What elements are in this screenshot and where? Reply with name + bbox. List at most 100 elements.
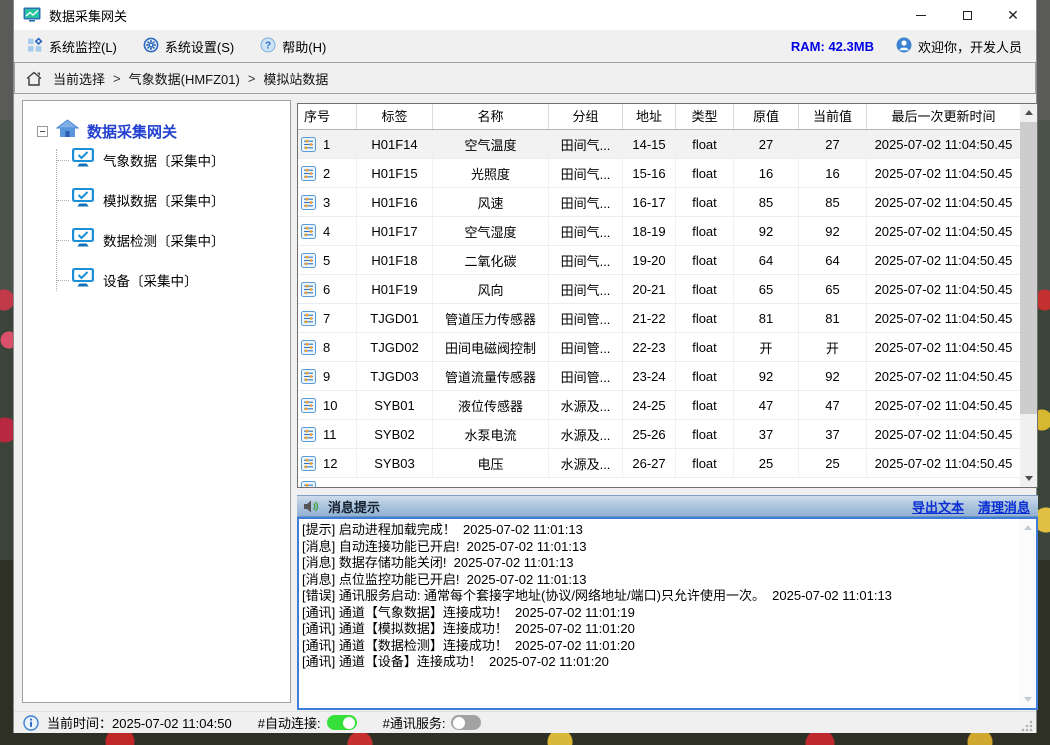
status-bar: 当前时间：2025-07-02 11:04:50 #自动连接: #通讯服务: xyxy=(14,711,1036,733)
table-row[interactable]: 4 H01F17 空气湿度 田间气... 18-19 float 92 92 2… xyxy=(298,217,1020,246)
scroll-down-icon[interactable] xyxy=(1019,691,1036,708)
resize-grip-icon[interactable] xyxy=(1020,719,1034,733)
cell-update-time: 2025-07-02 11:04:50.45 xyxy=(867,333,1020,361)
point-sliders-icon xyxy=(301,481,316,487)
cell-type: float xyxy=(676,420,734,448)
table-scrollbar[interactable] xyxy=(1020,104,1037,487)
comm-service-toggle[interactable] xyxy=(451,715,481,730)
close-icon: ✕ xyxy=(1007,8,1019,22)
tree-item-label: 模拟数据〔采集中〕 xyxy=(103,190,225,210)
cell-tag: H01F18 xyxy=(357,246,433,274)
table-row[interactable]: 10 SYB01 液位传感器 水源及... 24-25 float 47 47 … xyxy=(298,391,1020,420)
menu-system-monitor[interactable]: 系统监控(L) xyxy=(14,30,130,62)
scrollbar-thumb[interactable] xyxy=(1020,122,1037,414)
collapse-icon[interactable] xyxy=(37,126,48,137)
cell-address: 23-24 xyxy=(623,362,676,390)
cell-address: 15-16 xyxy=(623,159,676,187)
table-row[interactable]: 6 H01F19 风向 田间气... 20-21 float 65 65 202… xyxy=(298,275,1020,304)
cell-raw-value: 65 xyxy=(734,275,799,303)
cell-group: 田间气... xyxy=(549,217,623,245)
cell-type: float xyxy=(676,130,734,158)
table-row[interactable]: 1 H01F14 空气温度 田间气... 14-15 float 27 27 2… xyxy=(298,130,1020,159)
cell-index: 6 xyxy=(323,282,330,297)
column-header[interactable]: 当前值 xyxy=(799,104,867,129)
tree-root-label: 数据采集网关 xyxy=(87,121,177,142)
data-table: 序号标签名称分组地址类型原值当前值最后一次更新时间 xyxy=(297,103,1038,488)
cell-raw-value: 27 xyxy=(734,130,799,158)
tree-item[interactable]: 气象数据〔采集中〕 xyxy=(57,149,290,171)
cell-current-value: 65 xyxy=(799,275,867,303)
breadcrumb-separator: > xyxy=(248,71,256,86)
message-log-panel: [提示] 启动进程加载完成！ 2025-07-02 11:01:13[消息] 自… xyxy=(297,517,1038,710)
cell-tag: TJGD03 xyxy=(357,362,433,390)
column-header[interactable]: 地址 xyxy=(623,104,676,129)
point-sliders-icon xyxy=(301,456,316,471)
close-button[interactable]: ✕ xyxy=(990,0,1036,30)
auto-connect-label: #自动连接: xyxy=(258,713,321,732)
cell-address: 14-15 xyxy=(623,130,676,158)
point-sliders-icon xyxy=(301,427,316,442)
table-row[interactable]: 8 TJGD02 田间电磁阀控制 田间管... 22-23 float 开 开 … xyxy=(298,333,1020,362)
cell-index: 5 xyxy=(323,253,330,268)
maximize-button[interactable] xyxy=(944,0,990,30)
column-header[interactable]: 分组 xyxy=(549,104,623,129)
cell-index: 2 xyxy=(323,166,330,181)
column-header[interactable]: 标签 xyxy=(357,104,433,129)
clear-messages-link[interactable]: 清理消息 xyxy=(978,497,1030,516)
minimize-button[interactable] xyxy=(898,0,944,30)
cell-group: 水源及... xyxy=(549,391,623,419)
auto-connect-toggle[interactable] xyxy=(327,715,357,730)
table-row[interactable]: 7 TJGD01 管道压力传感器 田间管... 21-22 float 81 8… xyxy=(298,304,1020,333)
breadcrumb-item[interactable]: 模拟站数据 xyxy=(263,69,328,88)
column-header[interactable]: 原值 xyxy=(734,104,799,129)
breadcrumb-item[interactable]: 气象数据(HMFZ01) xyxy=(129,69,240,88)
column-header[interactable]: 名称 xyxy=(433,104,549,129)
title-bar: 数据采集网关 ✕ xyxy=(14,0,1036,30)
tree-root-node[interactable]: 数据采集网关 xyxy=(37,119,290,143)
column-header[interactable]: 最后一次更新时间 xyxy=(867,104,1020,129)
tree-item[interactable]: 数据检测〔采集中〕 xyxy=(57,229,290,251)
table-row[interactable]: 3 H01F16 风速 田间气... 16-17 float 85 85 202… xyxy=(298,188,1020,217)
cell-tag: TJGD01 xyxy=(357,304,433,332)
table-row[interactable]: 11 SYB02 水泵电流 水源及... 25-26 float 37 37 2… xyxy=(298,420,1020,449)
tree-item[interactable]: 模拟数据〔采集中〕 xyxy=(57,189,290,211)
message-scrollbar[interactable] xyxy=(1019,519,1036,708)
export-text-link[interactable]: 导出文本 xyxy=(912,497,964,516)
cell-address: 19-20 xyxy=(623,246,676,274)
cell-type: float xyxy=(676,275,734,303)
column-header[interactable]: 序号 xyxy=(298,104,357,129)
cell-group: 田间管... xyxy=(549,304,623,332)
table-row[interactable]: 2 H01F15 光照度 田间气... 15-16 float 16 16 20… xyxy=(298,159,1020,188)
cell-group: 田间气... xyxy=(549,246,623,274)
point-sliders-icon xyxy=(301,166,316,181)
scroll-up-icon[interactable] xyxy=(1019,519,1036,536)
menu-system-settings[interactable]: 系统设置(S) xyxy=(130,30,247,62)
cell-raw-value: 37 xyxy=(734,420,799,448)
cell-update-time: 2025-07-02 11:04:50.45 xyxy=(867,159,1020,187)
log-line: [通讯] 通道【气象数据】连接成功！ 2025-07-02 11:01:19 xyxy=(302,605,1017,622)
cell-update-time: 2025-07-02 11:04:50.45 xyxy=(867,420,1020,448)
tree-item[interactable]: 设备〔采集中〕 xyxy=(57,269,290,291)
log-line: [通讯] 通道【设备】连接成功！ 2025-07-02 11:01:20 xyxy=(302,654,1017,671)
tree-items: 气象数据〔采集中〕 模拟数据〔采集中〕 xyxy=(56,149,290,291)
speaker-icon xyxy=(303,499,320,514)
monitor-check-icon xyxy=(71,267,95,293)
point-sliders-icon xyxy=(301,369,316,384)
scroll-down-icon[interactable] xyxy=(1020,470,1037,487)
point-sliders-icon xyxy=(301,311,316,326)
cell-name: 空气温度 xyxy=(433,130,549,158)
cell-name: 风向 xyxy=(433,275,549,303)
cell-group: 田间管... xyxy=(549,333,623,361)
cell-current-value: 开 xyxy=(799,333,867,361)
table-row[interactable]: 12 SYB03 电压 水源及... 26-27 float 25 25 202… xyxy=(298,449,1020,478)
scroll-up-icon[interactable] xyxy=(1020,104,1037,121)
cell-type: float xyxy=(676,362,734,390)
column-header[interactable]: 类型 xyxy=(676,104,734,129)
log-line: [通讯] 通道【数据检测】连接成功！ 2025-07-02 11:01:20 xyxy=(302,638,1017,655)
breadcrumb-separator: > xyxy=(113,71,121,86)
table-row[interactable]: 9 TJGD03 管道流量传感器 田间管... 23-24 float 92 9… xyxy=(298,362,1020,391)
menu-help[interactable]: ? 帮助(H) xyxy=(247,30,339,62)
breadcrumb-root[interactable]: 当前选择 xyxy=(53,69,105,88)
table-row[interactable]: 5 H01F18 二氧化碳 田间气... 19-20 float 64 64 2… xyxy=(298,246,1020,275)
log-line: [消息] 数据存储功能关闭! 2025-07-02 11:01:13 xyxy=(302,555,1017,572)
